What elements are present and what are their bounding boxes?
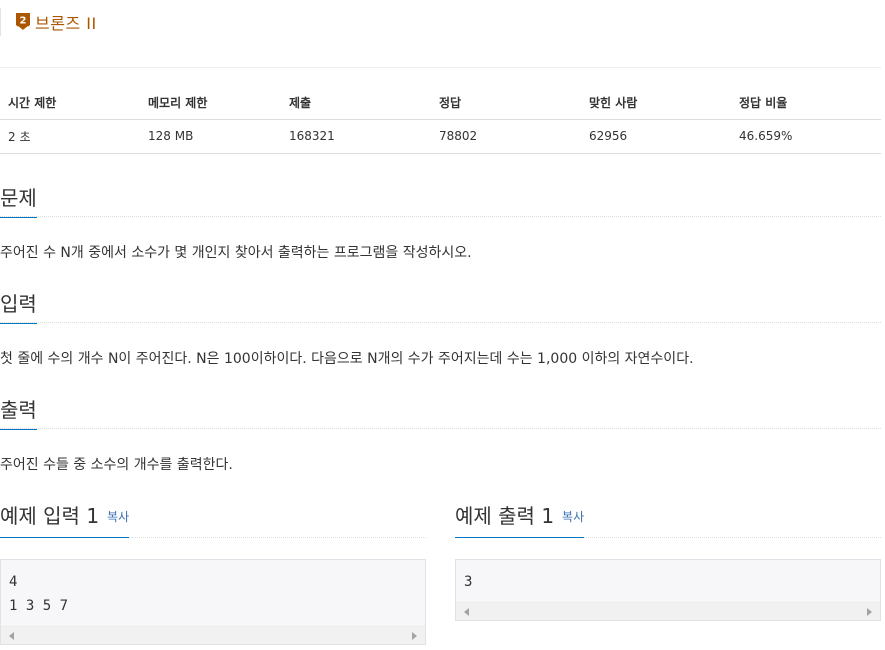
output-description: 주어진 수들 중 소수의 개수를 출력한다. xyxy=(0,457,233,473)
scroll-right-arrow-icon[interactable] xyxy=(867,608,872,616)
sample-output-text: 3 xyxy=(464,574,473,590)
problem-info-table: 시간 제한 메모리 제한 제출 정답 맞힌 사람 정답 비율 2 초 128 M… xyxy=(0,86,881,154)
problem-tier: 2 브론즈 II xyxy=(0,8,97,36)
bronze-shield-icon: 2 xyxy=(16,13,30,32)
header-time-limit: 시간 제한 xyxy=(0,86,140,120)
value-memory-limit: 128 MB xyxy=(140,119,281,154)
header-accepted: 정답 xyxy=(431,86,581,120)
scroll-right-arrow-icon[interactable] xyxy=(412,632,417,640)
sample-output-panel: 예제 출력 1 복사 3 xyxy=(455,502,881,621)
scroll-left-arrow-icon[interactable] xyxy=(9,632,14,640)
header-solvers: 맞힌 사람 xyxy=(581,86,731,120)
output-title: 출력 xyxy=(0,398,37,430)
scroll-left-arrow-icon[interactable] xyxy=(464,608,469,616)
copy-sample-output-button[interactable]: 복사 xyxy=(562,510,584,524)
sample-input-title-text: 예제 입력 1 xyxy=(0,504,100,528)
sample-input-title: 예제 입력 1 복사 xyxy=(0,502,130,538)
problem-section-header: 문제 xyxy=(0,185,881,218)
output-section-header: 출력 xyxy=(0,397,881,430)
header-submissions: 제출 xyxy=(281,86,431,120)
sample-input-scrollbar[interactable] xyxy=(1,626,425,644)
tier-label[interactable]: 브론즈 II xyxy=(35,10,97,34)
sample-output-scrollbar[interactable] xyxy=(456,602,880,620)
input-section: 입력 첫 줄에 수의 개수 N이 주어진다. N은 100이하이다. 다음으로 … xyxy=(0,291,881,369)
header-memory-limit: 메모리 제한 xyxy=(140,86,281,120)
value-solvers[interactable]: 62956 xyxy=(581,119,731,154)
sample-output-title-text: 예제 출력 1 xyxy=(455,504,555,528)
sample-output-box[interactable]: 3 xyxy=(455,559,881,621)
info-value-row: 2 초 128 MB 168321 78802 62956 46.659% xyxy=(0,119,881,154)
input-section-header: 입력 xyxy=(0,291,881,324)
sample-output-title: 예제 출력 1 복사 xyxy=(455,502,585,538)
sample-input-panel: 예제 입력 1 복사 4 1 3 5 7 xyxy=(0,502,426,645)
problem-section: 문제 주어진 수 N개 중에서 소수가 몇 개인지 찾아서 출력하는 프로그램을… xyxy=(0,185,881,263)
sample-input-text: 4 1 3 5 7 xyxy=(9,574,69,614)
top-divider xyxy=(0,67,881,68)
input-title: 입력 xyxy=(0,292,37,324)
header-accept-ratio: 정답 비율 xyxy=(731,86,881,120)
value-accept-ratio: 46.659% xyxy=(731,119,881,154)
problem-title: 문제 xyxy=(0,186,37,218)
info-header-row: 시간 제한 메모리 제한 제출 정답 맞힌 사람 정답 비율 xyxy=(0,86,881,120)
sample-input-box[interactable]: 4 1 3 5 7 xyxy=(0,559,426,645)
tier-number: 2 xyxy=(20,16,27,27)
value-time-limit: 2 초 xyxy=(0,119,140,154)
problem-description: 주어진 수 N개 중에서 소수가 몇 개인지 찾아서 출력하는 프로그램을 작성… xyxy=(0,245,472,261)
value-accepted[interactable]: 78802 xyxy=(431,119,581,154)
sample-output-header: 예제 출력 1 복사 xyxy=(455,502,881,538)
output-section: 출력 주어진 수들 중 소수의 개수를 출력한다. xyxy=(0,397,881,475)
value-submissions[interactable]: 168321 xyxy=(281,119,431,154)
input-description: 첫 줄에 수의 개수 N이 주어진다. N은 100이하이다. 다음으로 N개의… xyxy=(0,351,694,367)
copy-sample-input-button[interactable]: 복사 xyxy=(107,510,129,524)
sample-input-header: 예제 입력 1 복사 xyxy=(0,502,426,538)
